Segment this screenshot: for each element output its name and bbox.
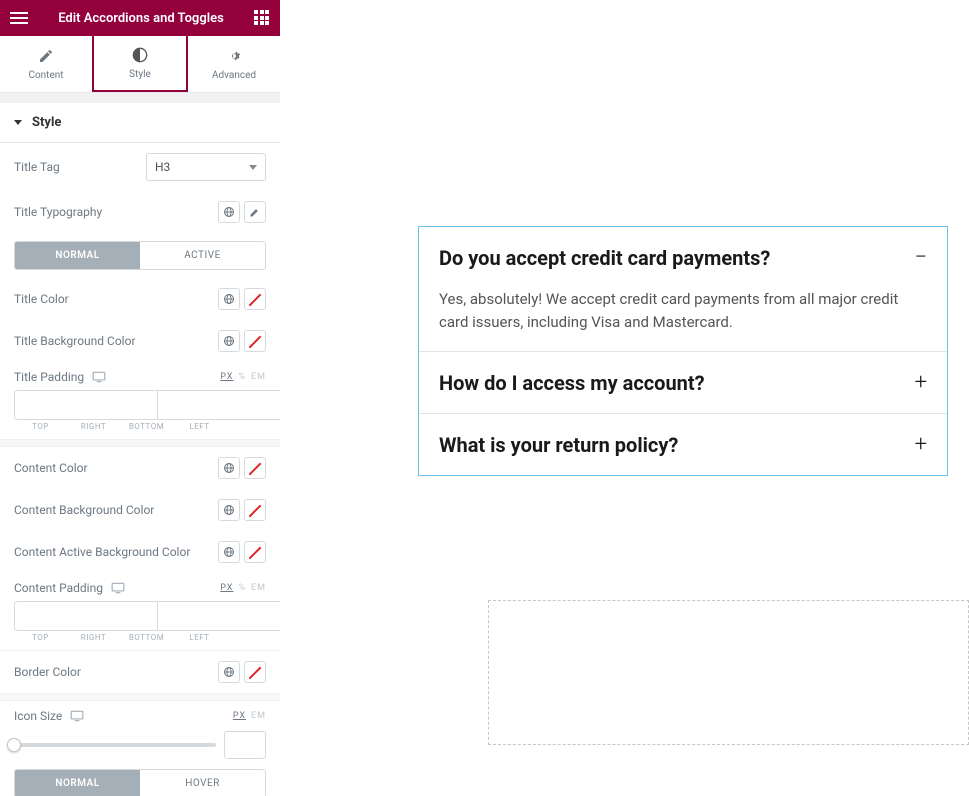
desktop-icon[interactable]: [92, 371, 106, 383]
panel-tabs: Content Style Advanced: [0, 36, 280, 93]
title-color-picker[interactable]: [244, 288, 266, 310]
accordion-header[interactable]: How do I access my account? +: [419, 352, 947, 413]
content-bg-color-picker[interactable]: [244, 499, 266, 521]
title-bg-color-picker[interactable]: [244, 330, 266, 352]
control-title-color: Title Color: [0, 278, 280, 320]
state-normal[interactable]: NORMAL: [15, 242, 140, 269]
editor-canvas: Do you accept credit card payments? − Ye…: [280, 0, 969, 796]
content-padding-right[interactable]: [158, 601, 280, 631]
accordion-title: How do I access my account?: [439, 371, 705, 395]
accordion-title: What is your return policy?: [439, 433, 678, 457]
divider: [0, 439, 280, 447]
tab-content[interactable]: Content: [0, 36, 92, 92]
title-tag-select[interactable]: H3: [146, 153, 266, 181]
control-content-color: Content Color: [0, 447, 280, 489]
control-border-color: Border Color: [0, 650, 280, 693]
content-padding-labels: TOPRIGHTBOTTOMLEFT: [14, 633, 266, 642]
globe-icon: [223, 206, 235, 218]
globe-button[interactable]: [218, 499, 240, 521]
control-title-padding-head: Title Padding PX % EM: [0, 362, 280, 386]
title-padding-top[interactable]: [14, 390, 158, 420]
content-active-bg-color-picker[interactable]: [244, 541, 266, 563]
state-active[interactable]: ACTIVE: [140, 242, 265, 269]
state-toggle-icon: NORMAL HOVER: [14, 769, 266, 796]
state-hover[interactable]: HOVER: [140, 770, 265, 796]
control-title-typography: Title Typography: [0, 191, 280, 233]
tab-style[interactable]: Style: [92, 35, 188, 92]
tabs-strip: [0, 93, 280, 103]
accordion-item: How do I access my account? +: [419, 352, 947, 414]
control-title-bg-color: Title Background Color: [0, 320, 280, 362]
control-icon-size-head: Icon Size PX EM: [0, 701, 280, 725]
title-padding-inputs: [14, 390, 266, 420]
icon-size-input[interactable]: [224, 731, 266, 759]
globe-button[interactable]: [218, 201, 240, 223]
accordion-header[interactable]: What is your return policy? +: [419, 414, 947, 475]
unit-em[interactable]: EM: [251, 372, 266, 382]
globe-icon: [223, 335, 235, 347]
globe-icon: [223, 666, 235, 678]
content-padding-top[interactable]: [14, 601, 158, 631]
menu-icon[interactable]: [10, 9, 28, 27]
panel-title: Edit Accordions and Toggles: [28, 11, 254, 26]
control-title-tag: Title Tag H3: [0, 143, 280, 191]
accordion-item: Do you accept credit card payments? − Ye…: [419, 227, 947, 352]
globe-button[interactable]: [218, 541, 240, 563]
desktop-icon[interactable]: [70, 710, 84, 722]
globe-icon: [223, 293, 235, 305]
pencil-icon: [249, 206, 261, 218]
globe-button[interactable]: [218, 288, 240, 310]
section-style-head[interactable]: Style: [0, 103, 280, 143]
unit-em[interactable]: EM: [251, 583, 266, 593]
accordion-body: Yes, absolutely! We accept credit card p…: [419, 288, 947, 351]
accordion-item: What is your return policy? +: [419, 414, 947, 475]
globe-button[interactable]: [218, 457, 240, 479]
unit-px[interactable]: PX: [220, 583, 233, 593]
icon-size-slider[interactable]: [14, 743, 216, 747]
gear-icon: [226, 48, 242, 64]
title-padding-labels: TOPRIGHTBOTTOMLEFT: [14, 422, 266, 431]
widgets-grid-icon[interactable]: [254, 10, 270, 26]
desktop-icon[interactable]: [111, 582, 125, 594]
empty-section-dropzone[interactable]: [488, 600, 969, 745]
globe-icon: [223, 546, 235, 558]
content-padding-inputs: [14, 601, 266, 631]
caret-down-icon: [14, 120, 22, 125]
border-color-picker[interactable]: [244, 661, 266, 683]
control-content-padding-head: Content Padding PX % EM: [0, 573, 280, 597]
unit-em[interactable]: EM: [251, 711, 266, 721]
globe-icon: [223, 462, 235, 474]
slider-thumb[interactable]: [7, 738, 21, 752]
content-color-picker[interactable]: [244, 457, 266, 479]
panel-topbar: Edit Accordions and Toggles: [0, 0, 280, 36]
accordion-widget[interactable]: Do you accept credit card payments? − Ye…: [418, 226, 948, 476]
plus-icon: +: [915, 370, 927, 395]
globe-icon: [223, 504, 235, 516]
chevron-down-icon: [249, 165, 257, 170]
state-normal[interactable]: NORMAL: [15, 770, 140, 796]
control-content-active-bg-color: Content Active Background Color: [0, 531, 280, 573]
half-circle-icon: [132, 47, 148, 63]
state-toggle-title: NORMAL ACTIVE: [14, 241, 266, 270]
divider: [0, 693, 280, 701]
unit-pct[interactable]: %: [238, 583, 246, 593]
globe-button[interactable]: [218, 330, 240, 352]
control-content-bg-color: Content Background Color: [0, 489, 280, 531]
globe-button[interactable]: [218, 661, 240, 683]
unit-pct[interactable]: %: [238, 372, 246, 382]
tab-advanced[interactable]: Advanced: [188, 36, 280, 92]
icon-size-slider-row: [14, 731, 266, 759]
title-padding-right[interactable]: [158, 390, 280, 420]
minus-icon: −: [914, 245, 927, 270]
accordion-title: Do you accept credit card payments?: [439, 246, 770, 270]
pencil-icon: [38, 48, 54, 64]
edit-typography-button[interactable]: [244, 201, 266, 223]
accordion-header[interactable]: Do you accept credit card payments? −: [419, 227, 947, 288]
unit-px[interactable]: PX: [233, 711, 246, 721]
unit-px[interactable]: PX: [220, 372, 233, 382]
plus-icon: +: [915, 432, 927, 457]
